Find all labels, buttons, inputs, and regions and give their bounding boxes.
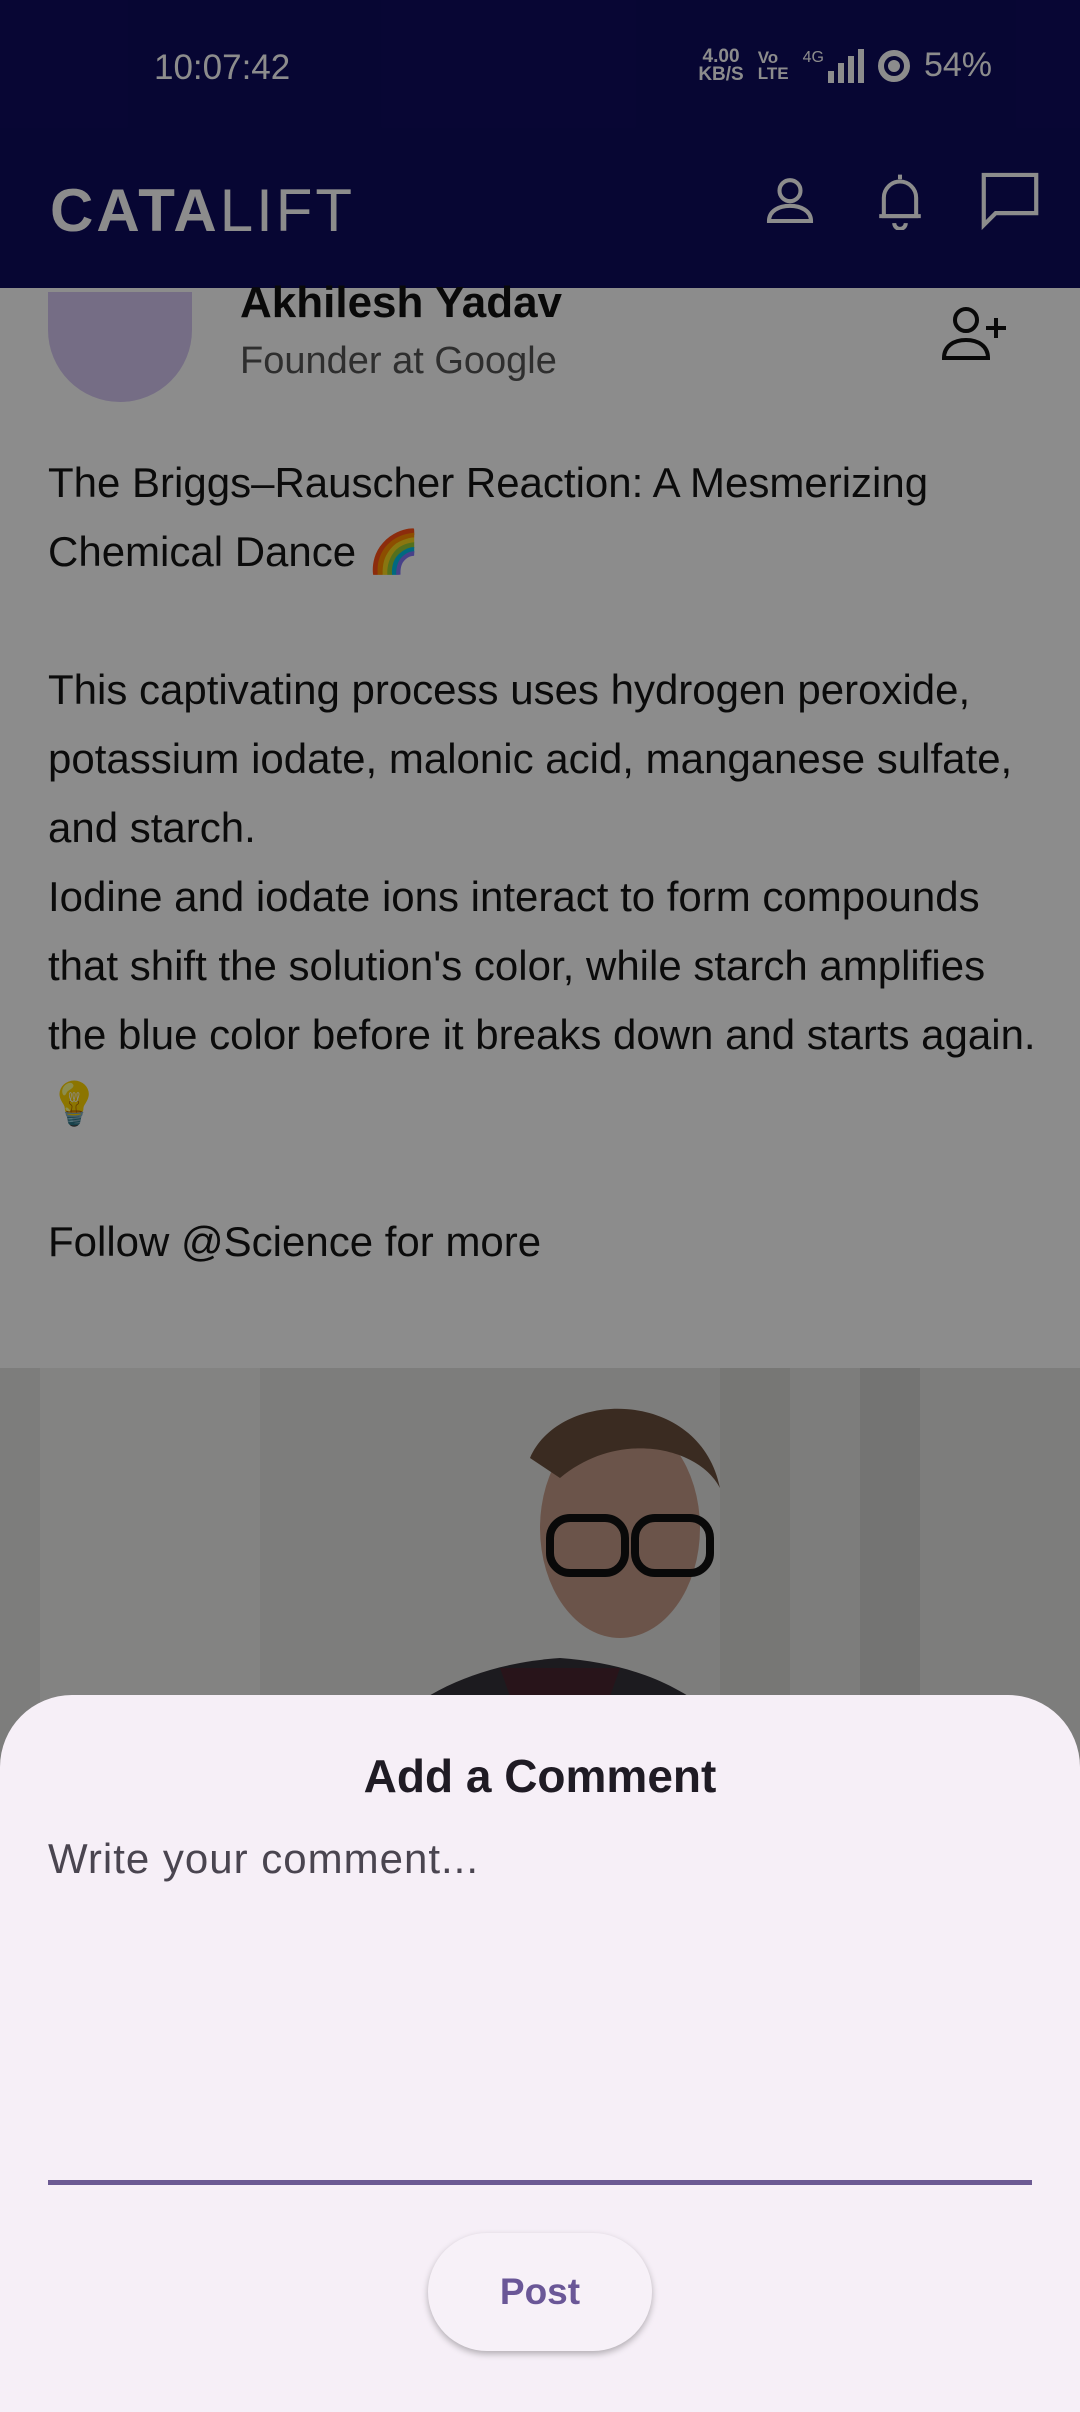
post-comment-button[interactable]: Post: [428, 2233, 652, 2351]
comment-input[interactable]: [48, 1835, 1032, 2185]
comment-bottom-sheet: Add a Comment Post: [0, 1695, 1080, 2412]
sheet-title: Add a Comment: [363, 1750, 717, 1802]
